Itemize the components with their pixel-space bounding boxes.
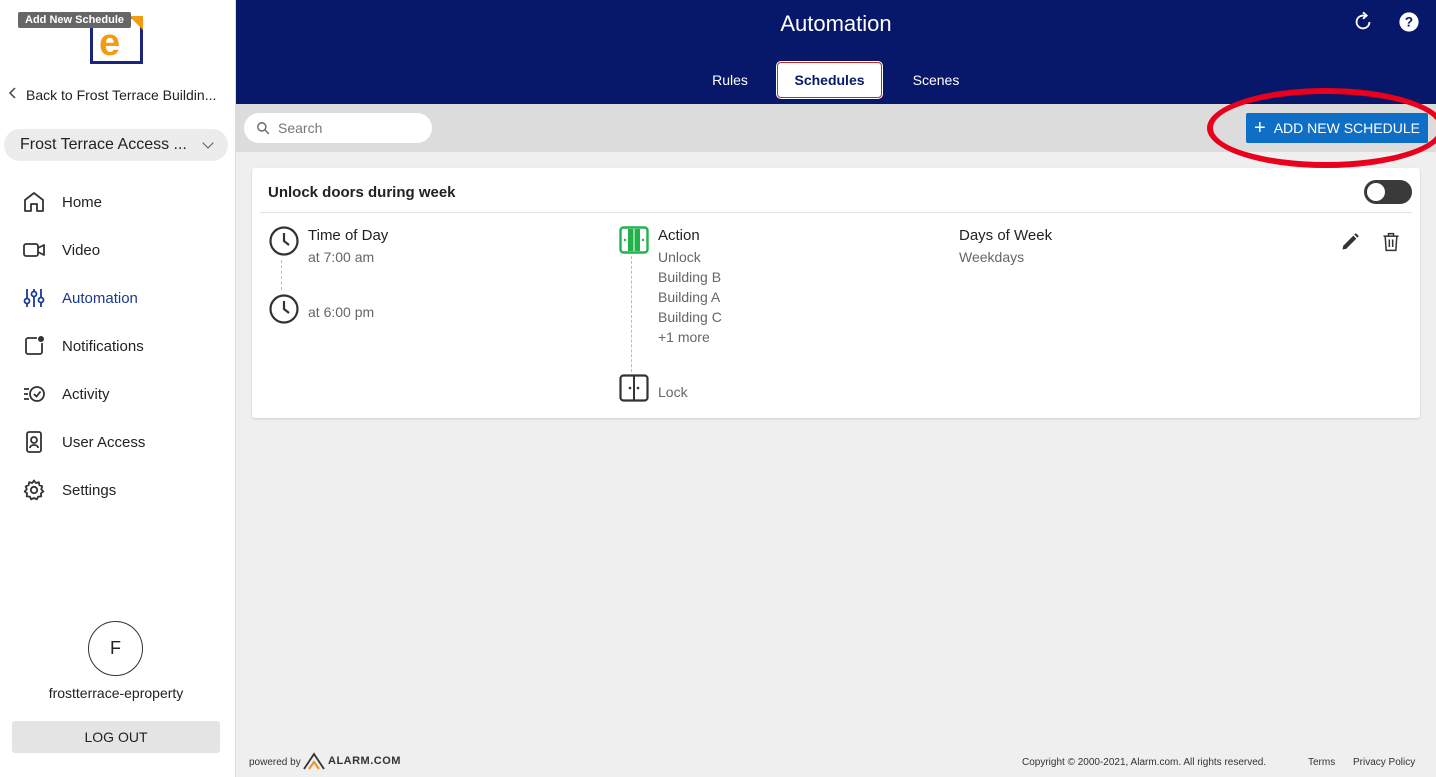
trash-icon[interactable] bbox=[1382, 232, 1400, 252]
more-targets: +1 more bbox=[658, 329, 710, 345]
sidebar-item-home[interactable]: Home bbox=[0, 178, 236, 226]
end-time: at 6:00 pm bbox=[308, 304, 375, 320]
clock-icon bbox=[269, 294, 299, 324]
sidebar-item-settings[interactable]: Settings bbox=[0, 466, 236, 514]
start-action: Unlock bbox=[658, 249, 701, 265]
sidebar-item-automation[interactable]: Automation bbox=[0, 274, 236, 322]
logo-letter: e bbox=[99, 22, 121, 64]
activity-icon bbox=[24, 386, 45, 402]
start-time: at 7:00 am bbox=[308, 249, 375, 265]
timeline-connector bbox=[631, 256, 632, 372]
video-icon bbox=[23, 243, 45, 257]
days-column: Days of Week Weekdays bbox=[959, 227, 1052, 267]
timeline-connector bbox=[281, 260, 282, 290]
sidebar-item-label: Video bbox=[62, 241, 101, 259]
search-box[interactable] bbox=[244, 113, 432, 143]
notification-icon bbox=[25, 336, 44, 355]
toolbar: + ADD NEW SCHEDULE bbox=[236, 104, 1436, 152]
toggle-knob bbox=[1367, 183, 1385, 201]
site-selector[interactable]: Frost Terrace Access ... bbox=[4, 129, 228, 161]
gear-icon bbox=[23, 479, 45, 501]
divider bbox=[260, 212, 1412, 213]
door-lock-icon bbox=[619, 374, 649, 402]
tab-schedules[interactable]: Schedules bbox=[777, 62, 882, 98]
time-label: Time of Day bbox=[308, 227, 389, 244]
powered-by: powered by bbox=[249, 757, 301, 768]
sidebar-item-activity[interactable]: Activity bbox=[0, 370, 236, 418]
sidebar-item-video[interactable]: Video bbox=[0, 226, 236, 274]
chevron-left-icon bbox=[8, 86, 18, 103]
chevron-down-icon bbox=[202, 137, 214, 149]
header: Automation ? Rules Schedules Scenes bbox=[236, 0, 1436, 104]
sidebar-item-notifications[interactable]: Notifications bbox=[0, 322, 236, 370]
clock-icon bbox=[269, 226, 299, 256]
action-target: Building A bbox=[658, 289, 721, 305]
site-selector-label: Frost Terrace Access ... bbox=[20, 136, 187, 153]
sidebar-item-label: Activity bbox=[62, 385, 110, 403]
logout-button[interactable]: LOG OUT bbox=[12, 721, 220, 753]
svg-text:?: ? bbox=[1405, 15, 1413, 30]
username: frostterrace-eproperty bbox=[48, 685, 184, 701]
sidebar-item-label: Automation bbox=[62, 289, 138, 307]
action-target: Building C bbox=[658, 309, 722, 325]
days-label: Days of Week bbox=[959, 227, 1053, 244]
add-new-schedule-button[interactable]: + ADD NEW SCHEDULE bbox=[1246, 113, 1428, 143]
back-link[interactable]: Back to Frost Terrace Buildin... bbox=[8, 86, 216, 103]
user-badge-icon bbox=[26, 431, 42, 453]
back-link-label: Back to Frost Terrace Buildin... bbox=[26, 86, 217, 103]
sidebar-item-label: Notifications bbox=[62, 337, 144, 355]
sidebar: e Add New Schedule Back to Frost Terrace… bbox=[0, 0, 236, 777]
action-target: Building B bbox=[658, 269, 722, 285]
schedule-card: Unlock doors during week Time of Day at … bbox=[252, 168, 1420, 418]
sidebar-nav: Home Video Automation Notifications Acti… bbox=[0, 178, 236, 514]
tab-scenes[interactable]: Scenes bbox=[900, 62, 972, 98]
page-title: Automation bbox=[780, 11, 892, 36]
sidebar-item-label: User Access bbox=[62, 433, 146, 451]
action-label: Action bbox=[658, 227, 700, 244]
copyright: Copyright © 2000-2021, Alarm.com. All ri… bbox=[1022, 757, 1267, 768]
alarm-logo-icon bbox=[303, 752, 325, 770]
edit-icon[interactable] bbox=[1340, 232, 1360, 252]
schedule-toggle[interactable] bbox=[1364, 180, 1412, 204]
tab-bar: Rules Schedules Scenes bbox=[236, 62, 1436, 98]
avatar-initial: F bbox=[110, 638, 121, 658]
sliders-icon bbox=[23, 289, 45, 307]
days-value: Weekdays bbox=[959, 249, 1025, 265]
search-icon bbox=[257, 122, 270, 135]
door-unlock-icon bbox=[619, 226, 649, 254]
sidebar-item-label: Home bbox=[62, 193, 103, 211]
tab-rules[interactable]: Rules bbox=[700, 62, 760, 98]
tooltip: Add New Schedule bbox=[18, 12, 132, 28]
end-action: Lock bbox=[658, 384, 688, 400]
logo-flag bbox=[129, 16, 143, 30]
avatar[interactable]: F bbox=[88, 621, 143, 676]
alarm-logo-text: ALARM.COM bbox=[328, 755, 401, 767]
terms-link[interactable]: Terms bbox=[1308, 757, 1335, 768]
action-column: Action Unlock Building B Building A Buil… bbox=[658, 227, 722, 347]
schedule-title: Unlock doors during week bbox=[268, 184, 456, 201]
add-new-schedule-label: ADD NEW SCHEDULE bbox=[1273, 120, 1420, 136]
time-column: Time of Day at 7:00 am bbox=[308, 227, 388, 267]
alarm-logo[interactable]: ALARM.COM bbox=[303, 752, 401, 770]
privacy-link[interactable]: Privacy Policy bbox=[1353, 757, 1415, 768]
sidebar-item-user-access[interactable]: User Access bbox=[0, 418, 236, 466]
home-icon bbox=[24, 192, 44, 212]
plus-icon: + bbox=[1254, 117, 1266, 139]
help-icon[interactable]: ? bbox=[1398, 11, 1420, 33]
search-input[interactable] bbox=[278, 120, 418, 136]
sidebar-item-label: Settings bbox=[62, 481, 117, 499]
refresh-icon[interactable] bbox=[1352, 11, 1374, 33]
